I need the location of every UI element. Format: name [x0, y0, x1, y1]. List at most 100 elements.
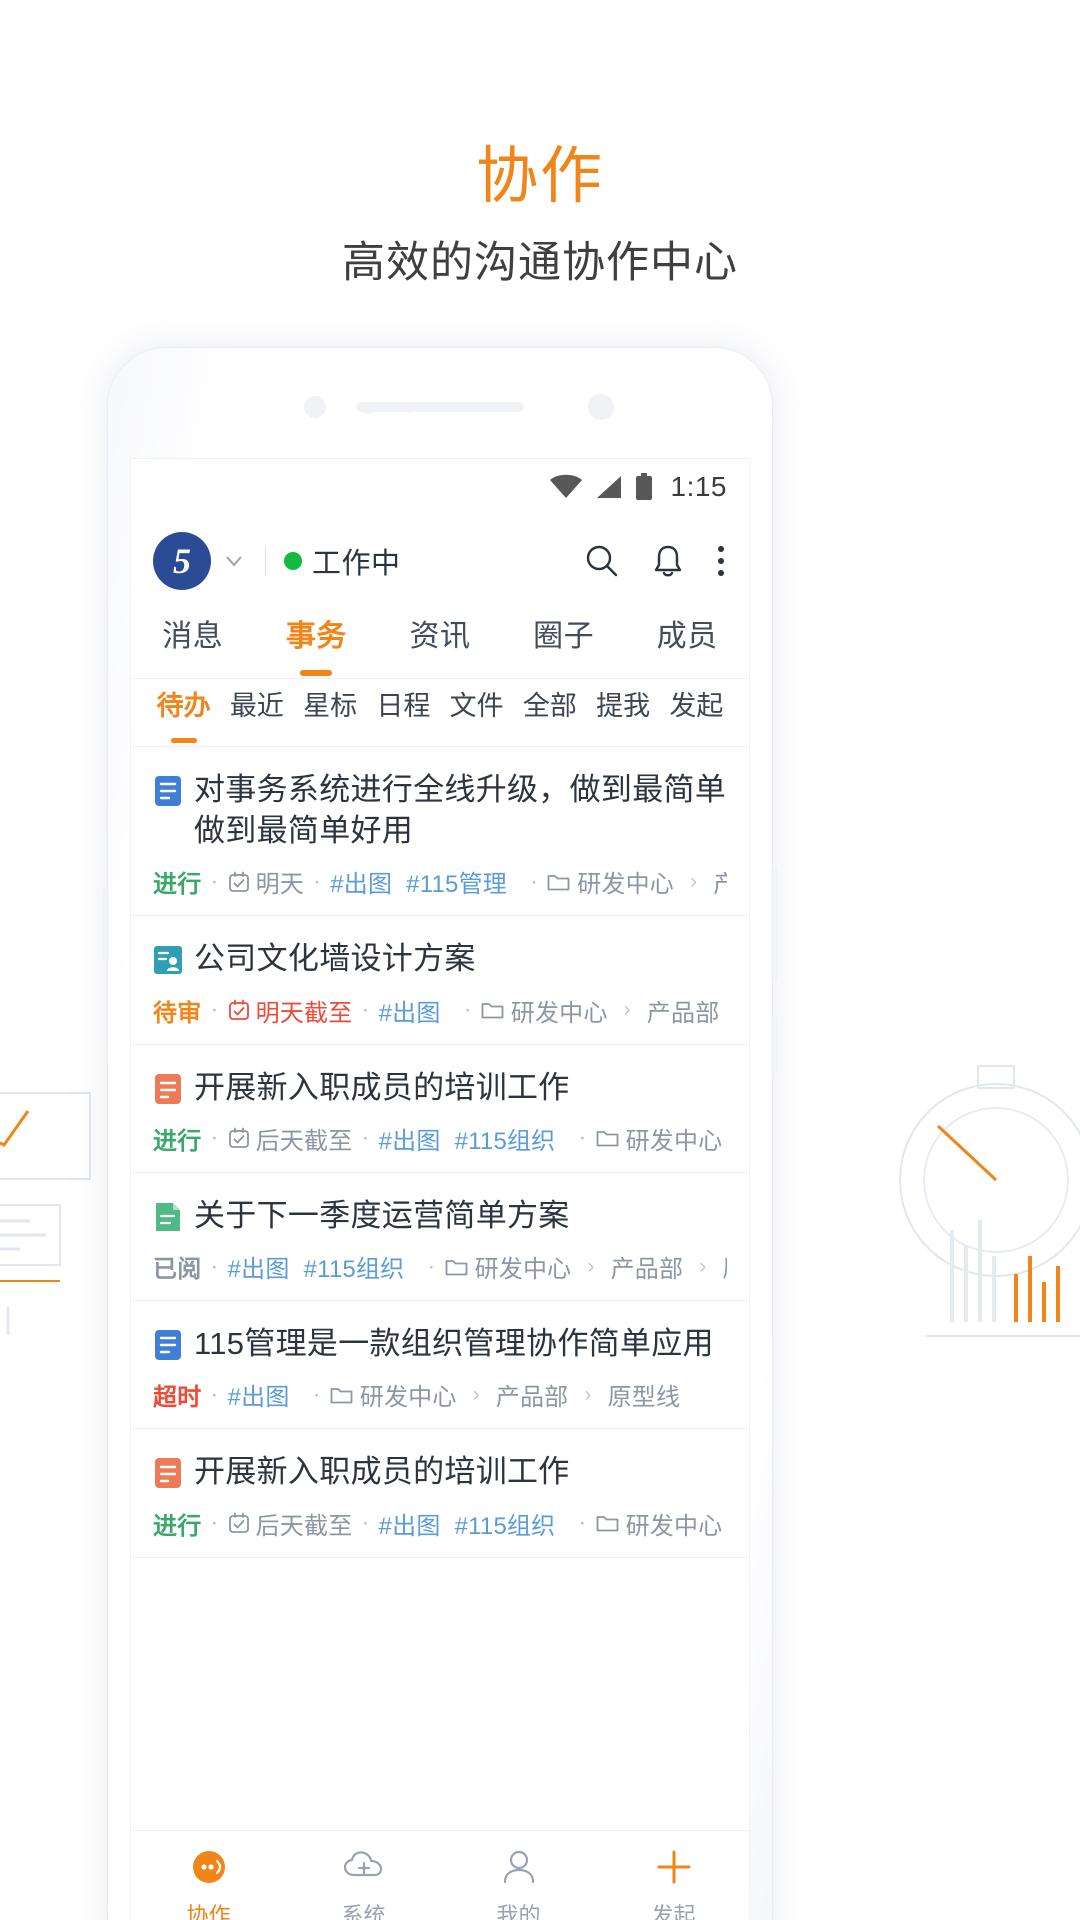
bottom-nav-collab[interactable]: 协作: [131, 1845, 286, 1920]
tab-tasks[interactable]: 事务: [255, 607, 379, 678]
task-tag[interactable]: #出图: [228, 1377, 290, 1412]
task-tag[interactable]: #出图: [379, 993, 441, 1028]
tab-indicator: [177, 670, 209, 676]
subtab-label: 待办: [156, 691, 211, 721]
breadcrumb-item[interactable]: 研发中心: [360, 1377, 457, 1412]
task-path[interactable]: 研发中心 › 产品部: [481, 993, 720, 1028]
side-button-left[interactable]: [102, 888, 109, 962]
bottom-nav-create[interactable]: 发起: [596, 1845, 749, 1920]
subtab-label: 提我: [596, 691, 651, 721]
task-path[interactable]: 研发中心›产品: [596, 1506, 727, 1541]
bottom-nav-label: 我的: [496, 1903, 541, 1920]
breadcrumb-separator: ›: [584, 1382, 592, 1406]
breadcrumb-item[interactable]: 原型线: [608, 1377, 681, 1412]
notifications-button[interactable]: [651, 542, 685, 580]
task-tag[interactable]: #115组织: [304, 1249, 405, 1284]
subtab-files[interactable]: 文件: [440, 679, 513, 746]
folder-icon: [481, 1003, 504, 1019]
task-row[interactable]: 公司文化墙设计方案 待审 · 明天截至 · #出图 · 研发中心 › 产品部: [131, 916, 749, 1045]
breadcrumb-item[interactable]: 原型线: [722, 1249, 727, 1284]
task-tag[interactable]: #115组织: [455, 1121, 556, 1156]
meta-separator: ·: [427, 1252, 436, 1280]
subtab-indicator: [170, 738, 197, 743]
tab-members[interactable]: 成员: [625, 607, 749, 678]
tab-news[interactable]: 资讯: [378, 607, 502, 678]
subtab-mentions[interactable]: 提我: [587, 679, 660, 746]
meta-separator: ·: [361, 1509, 370, 1537]
subtab-created[interactable]: 发起: [660, 679, 733, 746]
folder-icon: [596, 1516, 618, 1532]
chat-bubble-icon: [188, 1845, 230, 1889]
task-tag[interactable]: #115组织: [455, 1506, 556, 1541]
breadcrumb-item[interactable]: 研发中心: [626, 1506, 723, 1541]
presence-label[interactable]: 工作中: [312, 540, 401, 582]
task-tag[interactable]: #出图: [228, 1249, 290, 1284]
subtab-todo[interactable]: 待办: [147, 679, 220, 746]
search-button[interactable]: [583, 542, 621, 580]
subtab-all[interactable]: 全部: [513, 679, 586, 746]
task-title-line: 公司文化墙设计方案: [153, 938, 727, 979]
breadcrumb-item[interactable]: 研发中心: [577, 864, 674, 899]
contact-card-icon: [153, 945, 183, 975]
breadcrumb-item[interactable]: 研发中心: [626, 1121, 723, 1156]
breadcrumb-item[interactable]: 研发中心: [511, 993, 608, 1028]
task-title: 公司文化墙设计方案: [194, 941, 476, 977]
task-title-line: 开展新入职成员的培训工作: [153, 1067, 727, 1108]
bottom-nav-profile[interactable]: 我的: [441, 1845, 596, 1920]
tab-label: 事务: [285, 620, 347, 653]
meta-separator: ·: [578, 1124, 587, 1152]
main-tab-bar: 消息 事务 资讯 圈子 成员: [131, 607, 749, 679]
status-badge: 待审: [153, 999, 202, 1027]
subtab-label: 全部: [522, 691, 577, 721]
task-row[interactable]: 关于下一季度运营简单方案已阅 · #出图 #115组织 · 研发中心 › 产品部 › 原型线: [131, 1173, 749, 1302]
task-path[interactable]: 研发中心›产品: [596, 1121, 727, 1156]
breadcrumb-separator: ›: [623, 998, 631, 1022]
breadcrumb-item[interactable]: 产品部: [611, 1249, 684, 1284]
volume-button[interactable]: [771, 868, 778, 980]
meta-separator: ·: [210, 1509, 219, 1537]
power-button[interactable]: [771, 1016, 778, 1074]
promo-page: 协作 高效的沟通协作中心 1:15 5 工作中 消息 事务 资讯 圈子 成员 待…: [0, 0, 1080, 1920]
subtab-schedule[interactable]: 日程: [367, 679, 440, 746]
subtab-recent[interactable]: 最近: [220, 679, 293, 746]
folder-icon: [596, 1131, 618, 1147]
task-title: 开展新入职成员的培训工作: [194, 1454, 570, 1490]
tab-messages[interactable]: 消息: [131, 607, 255, 678]
meta-separator: ·: [210, 1124, 219, 1152]
meta-separator: ·: [529, 867, 539, 895]
tab-circles[interactable]: 圈子: [502, 607, 626, 678]
task-tag[interactable]: #出图: [379, 1121, 441, 1156]
folder-icon: [445, 1259, 467, 1275]
task-tag[interactable]: #出图: [330, 864, 392, 899]
subtab-indicator: [610, 738, 636, 743]
meta-separator: ·: [210, 1380, 219, 1408]
tab-label: 成员: [656, 620, 718, 653]
breadcrumb-item[interactable]: 产品部: [496, 1377, 569, 1412]
bottom-nav-system[interactable]: 系统: [286, 1845, 441, 1920]
avatar[interactable]: 5: [153, 532, 211, 590]
more-options-button[interactable]: [715, 542, 727, 580]
subtab-indicator: [244, 738, 270, 743]
breadcrumb-item[interactable]: 产品部: [713, 864, 727, 899]
task-row[interactable]: 开展新入职成员的培训工作进行 · 后天截至 · #出图 #115组织 · 研发中心›产品: [131, 1045, 749, 1173]
task-row[interactable]: 对事务系统进行全线升级，做到最简单做到最简单好用 进行 · 明天 · #出图 #115管理 ·…: [131, 747, 749, 917]
status-badge: 进行: [153, 1127, 202, 1155]
clock-icon: [228, 1127, 249, 1149]
subtab-starred[interactable]: 星标: [294, 679, 367, 746]
task-doc-icon: [153, 1330, 183, 1361]
task-row[interactable]: 115管理是一款组织管理协作简单应用 超时 · #出图 · 研发中心 › 产品部 › 原型线: [131, 1301, 749, 1430]
meta-separator: ·: [361, 996, 370, 1024]
task-path[interactable]: 研发中心 › 产品部 › 原型线: [445, 1249, 727, 1284]
task-path[interactable]: 研发中心 › 产品部 › 原型线: [330, 1377, 680, 1412]
task-tag[interactable]: #出图: [379, 1506, 441, 1541]
breadcrumb-item[interactable]: 产品部: [647, 993, 720, 1028]
subtab-indicator: [683, 738, 709, 743]
task-tag[interactable]: #115管理: [406, 864, 507, 899]
task-path[interactable]: 研发中心 › 产品部: [547, 864, 727, 899]
breadcrumb-item[interactable]: 研发中心: [475, 1249, 572, 1284]
tab-indicator: [671, 670, 703, 676]
meta-separator: ·: [463, 996, 472, 1024]
task-row[interactable]: 开展新入职成员的培训工作进行 · 后天截至 · #出图 #115组织 · 研发中心›产品: [131, 1429, 749, 1558]
chevron-down-icon[interactable]: [221, 548, 247, 574]
breadcrumb-separator: ›: [472, 1382, 480, 1406]
